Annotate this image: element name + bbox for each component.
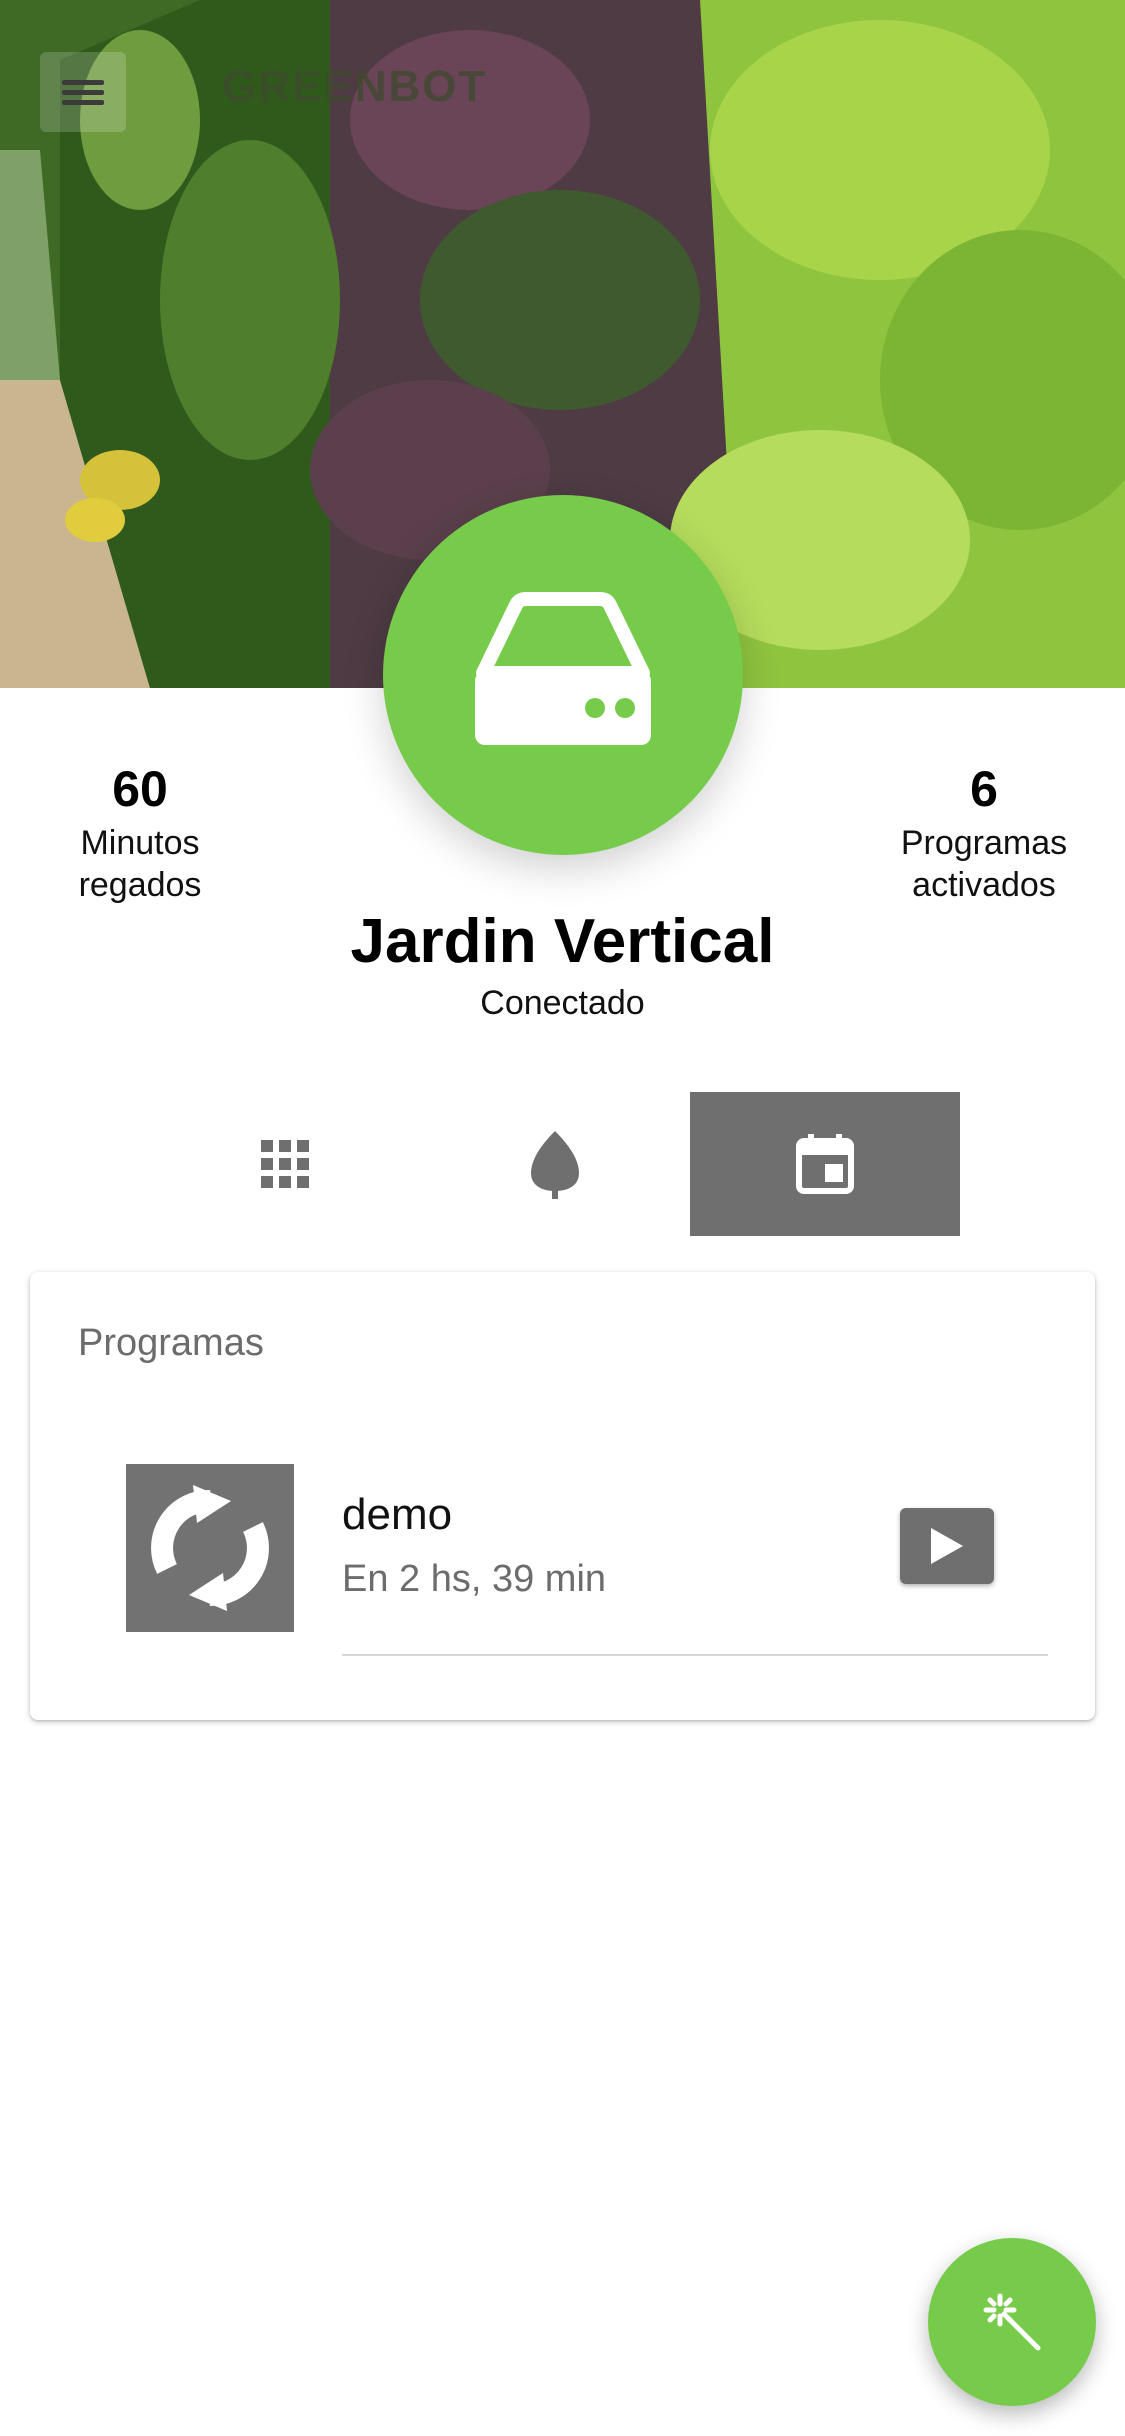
programs-card: Programas demo En 2 hs, 39 min [30, 1272, 1095, 1720]
device-status: Conectado [480, 984, 645, 1022]
stat-programs-label-1: Programas [900, 824, 1068, 862]
stat-minutes-value: 60 [112, 761, 168, 817]
tab-grid[interactable] [150, 1092, 420, 1236]
stat-programs-value: 6 [970, 761, 998, 817]
magic-wand-icon [983, 2293, 1041, 2351]
run-program-button[interactable] [900, 1508, 994, 1584]
calendar-icon [796, 1134, 854, 1194]
app-title: GREENBOT [222, 62, 488, 111]
tab-plants[interactable] [420, 1092, 690, 1236]
stat-programs-label-2: activados [912, 866, 1056, 904]
grid-icon [261, 1140, 309, 1188]
router-device-icon [475, 592, 651, 745]
device-avatar [383, 495, 743, 855]
play-icon [931, 1528, 963, 1564]
menu-button[interactable] [40, 52, 126, 132]
stat-minutes-watered: 60 Minutos regados [10, 760, 270, 906]
menu-icon [62, 80, 104, 85]
sync-icon [151, 1485, 269, 1611]
leaf-icon [531, 1131, 579, 1199]
top-app-bar: GREENBOT [0, 22, 1125, 142]
tab-bar [150, 1092, 960, 1236]
tab-programs[interactable] [690, 1092, 960, 1236]
program-next-run: En 2 hs, 39 min [342, 1558, 607, 1600]
magic-wand-fab[interactable] [928, 2238, 1096, 2406]
stat-minutes-label-2: regados [78, 866, 202, 904]
stat-programs-active: 6 Programas activados [854, 760, 1114, 906]
stat-minutes-label-1: Minutos [80, 824, 200, 862]
program-name: demo [342, 1490, 453, 1539]
program-thumbnail [126, 1464, 294, 1632]
list-divider [342, 1654, 1048, 1656]
device-name: Jardin Vertical [350, 907, 775, 976]
programs-title: Programas [78, 1322, 264, 1364]
